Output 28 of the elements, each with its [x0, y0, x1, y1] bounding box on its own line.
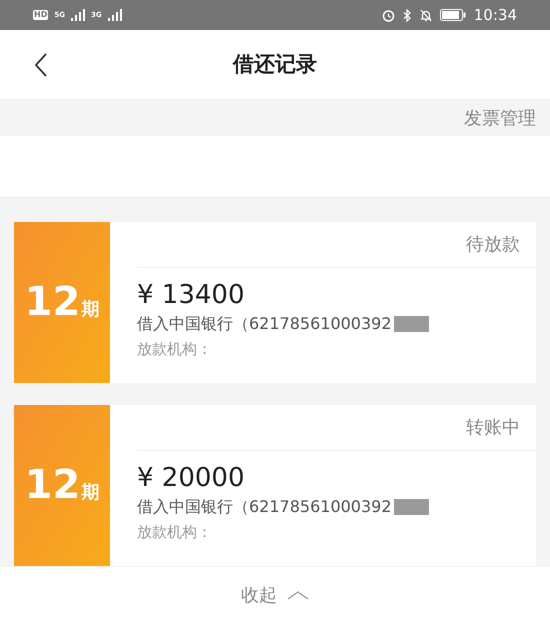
alarm-icon [382, 8, 395, 22]
redaction-mark [394, 499, 429, 515]
record-card[interactable]: 12 期 待放款 ¥ 13400 借入中国银行（62178561000392 放款机构： [14, 222, 536, 383]
clock-time: 10:34 [474, 8, 517, 22]
record-card[interactable]: 12 期 转账中 ¥ 20000 借入中国银行（62178561000392 放款机构： [14, 405, 536, 566]
account-text: 借入中国银行（62178561000392 [137, 313, 392, 335]
chevron-up-icon [287, 590, 309, 600]
term-number: 12 [24, 282, 80, 322]
lender-label: 放款机构： [137, 339, 213, 360]
lender-label: 放款机构： [137, 522, 213, 543]
signal-icon [108, 9, 122, 21]
term-number: 12 [24, 465, 80, 505]
redaction-mark [394, 316, 429, 332]
amount: ¥ 13400 [137, 279, 246, 312]
term-unit: 期 [81, 481, 100, 505]
page-title: 借还记录 [233, 50, 317, 78]
battery-icon [440, 9, 466, 21]
amount: ¥ 20000 [137, 462, 246, 495]
status-label: 待放款 [466, 233, 520, 257]
muted-bell-icon [420, 8, 432, 22]
bluetooth-icon [402, 8, 412, 22]
collapse-button[interactable]: 收起 [241, 582, 309, 608]
status-label: 转账中 [466, 416, 520, 440]
network-label: HD [33, 10, 48, 20]
back-icon [35, 53, 47, 77]
account-text: 借入中国银行（62178561000392 [137, 496, 392, 518]
term-unit: 期 [81, 298, 100, 322]
signal-icon [70, 9, 85, 21]
